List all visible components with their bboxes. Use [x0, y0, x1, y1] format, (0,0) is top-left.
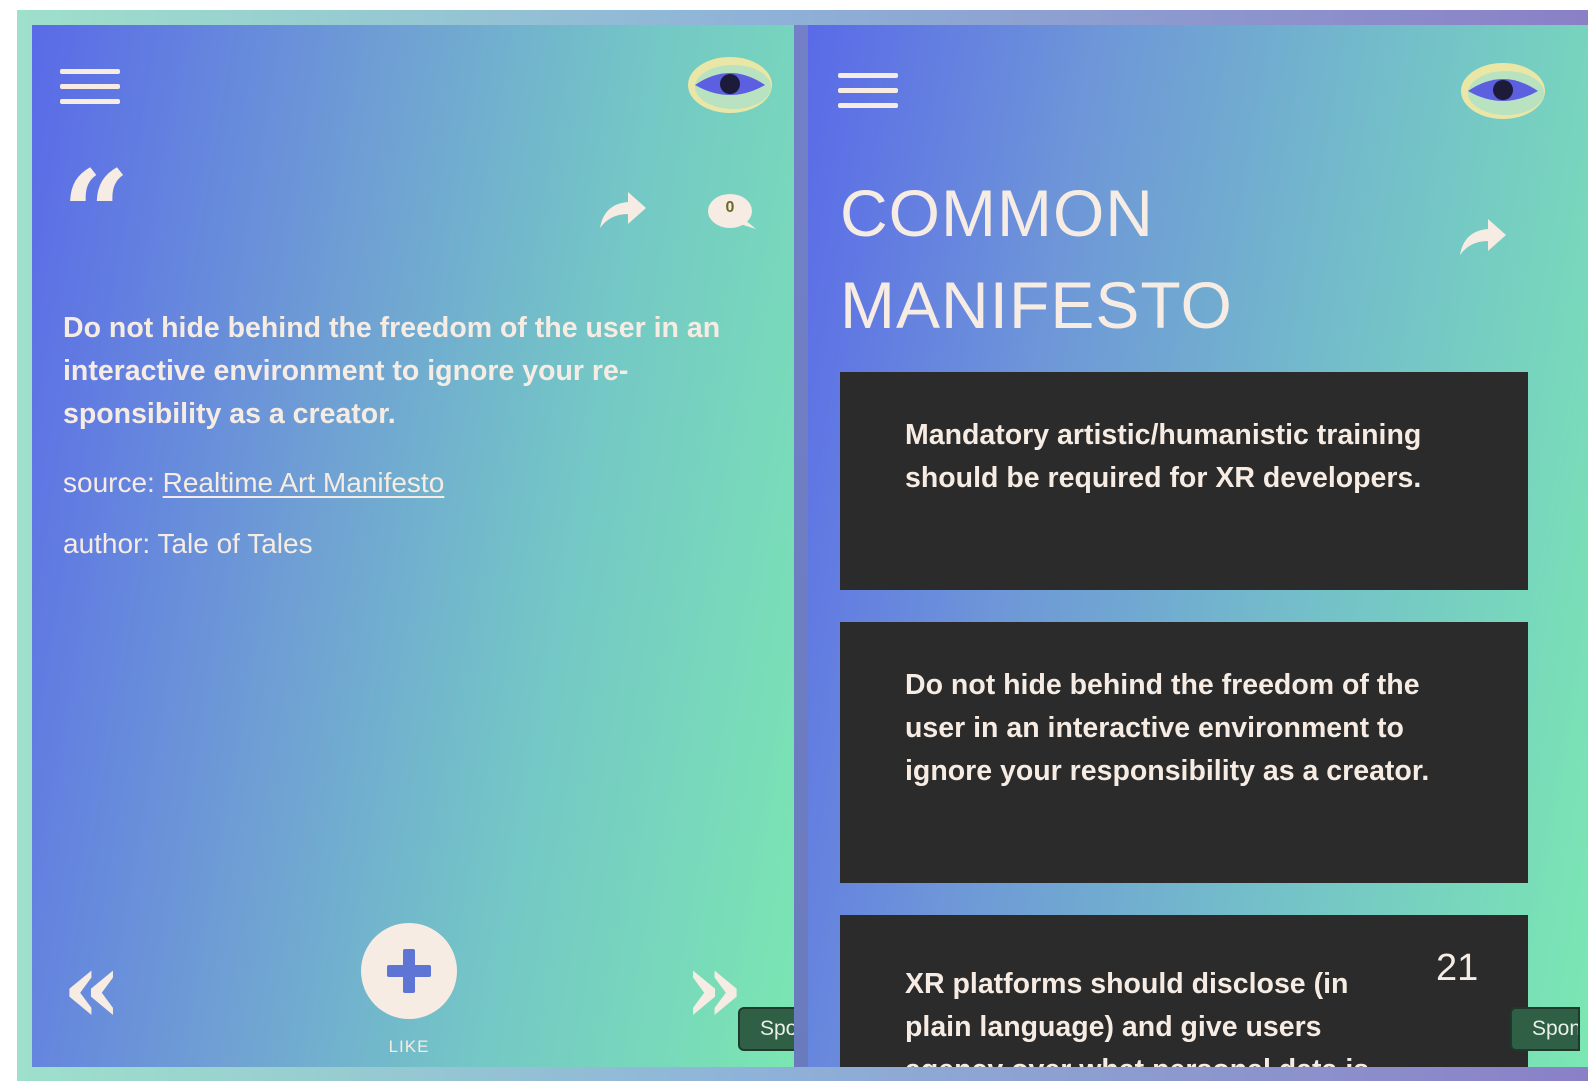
manifesto-card[interactable]: Mandatory artistic/humanistic training s…	[840, 372, 1528, 590]
title-line-1: COMMON	[840, 176, 1154, 250]
sponsor-tab[interactable]: Sponsor	[738, 1007, 794, 1051]
source-label: source:	[63, 467, 163, 498]
like-button[interactable]	[361, 923, 457, 1019]
previous-quote-button[interactable]: «	[62, 940, 122, 1036]
quote-panel: “ 0 Do not hide behind the freedom of th…	[32, 25, 794, 1067]
page-number: 21	[1436, 947, 1479, 989]
manifesto-card-text: Do not hide behind the freedom of the us…	[905, 669, 1430, 787]
panel-divider	[794, 25, 808, 1067]
like-label: LIKE	[388, 1037, 430, 1056]
share-arrow-icon[interactable]	[598, 190, 648, 230]
eye-logo-icon[interactable]	[687, 55, 773, 115]
hamburger-menu-icon[interactable]	[60, 67, 120, 107]
sponsor-tab[interactable]: Sponsor	[1510, 1007, 1580, 1051]
manifesto-card-text: Mandatory artistic/humanistic training s…	[905, 419, 1422, 494]
comment-button[interactable]: 0	[706, 191, 760, 231]
next-quote-button[interactable]: »	[684, 940, 744, 1036]
page-title: COMMON MANIFESTO	[840, 167, 1400, 351]
manifesto-card[interactable]: Do not hide behind the freedom of the us…	[840, 622, 1528, 883]
source-link[interactable]: Realtime Art Manifesto	[163, 467, 445, 498]
quote-mark-icon: “	[62, 144, 130, 283]
hamburger-menu-icon[interactable]	[838, 71, 898, 111]
manifesto-card-text: XR platforms should disclose (in plain l…	[905, 968, 1369, 1067]
share-arrow-icon[interactable]	[1458, 217, 1508, 257]
manifesto-panel: COMMON MANIFESTO Mandatory artistic/huma…	[808, 25, 1588, 1067]
quote-source: source: Realtime Art Manifesto	[63, 467, 444, 499]
quote-text: Do not hide behind the freedom of the us…	[63, 312, 721, 430]
title-line-2: MANIFESTO	[840, 268, 1233, 342]
manifesto-card[interactable]: XR platforms should disclose (in plain l…	[840, 915, 1528, 1067]
eye-logo-icon[interactable]	[1460, 61, 1546, 121]
quote-author: author: Tale of Tales	[63, 528, 313, 559]
comment-count: 0	[725, 199, 735, 216]
